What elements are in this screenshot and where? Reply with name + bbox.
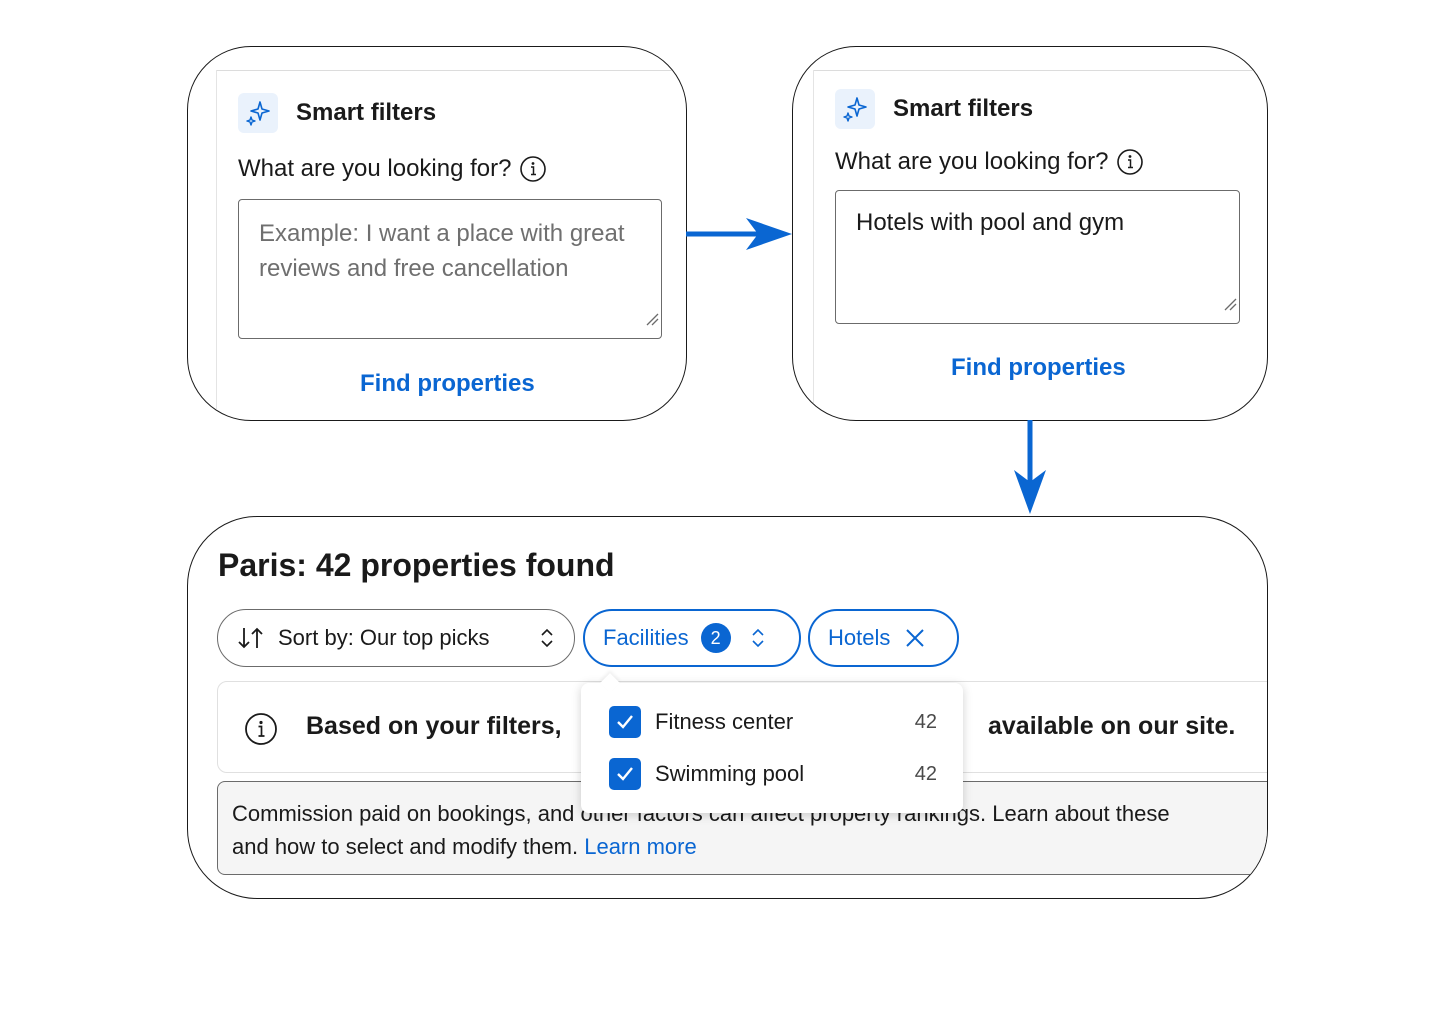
- resize-handle-icon[interactable]: [1223, 286, 1237, 321]
- facility-option-label: Fitness center: [655, 709, 794, 734]
- facility-option-label: Swimming pool: [655, 761, 805, 786]
- question-label: What are you looking for?: [835, 148, 1144, 176]
- divider: [813, 70, 814, 420]
- results-title: Paris: 42 properties found: [218, 547, 615, 583]
- question-text: What are you looking for?: [238, 155, 512, 182]
- hotels-filter-chip[interactable]: Hotels: [808, 609, 959, 667]
- divider: [813, 70, 1267, 71]
- chevron-updown-icon: [538, 627, 556, 649]
- checkmark-icon: [617, 715, 633, 729]
- facility-option-fitness-center[interactable]: Fitness center 42: [609, 705, 937, 739]
- smart-filters-title: Smart filters: [893, 95, 1034, 122]
- smart-filters-panel-filled: Smart filters What are you looking for? …: [792, 46, 1268, 421]
- sort-button[interactable]: Sort by: Our top picks: [217, 609, 575, 667]
- disclaimer-line-2-text: and how to select and modify them.: [232, 834, 579, 859]
- sort-arrows-icon: [236, 625, 266, 651]
- smart-filters-panel-empty: Smart filters What are you looking for? …: [187, 46, 687, 421]
- search-textarea[interactable]: Hotels with pool and gym: [835, 190, 1240, 324]
- notice-text-left: Based on your filters,: [306, 712, 562, 740]
- divider: [216, 70, 217, 420]
- find-properties-button[interactable]: Find properties: [360, 370, 535, 398]
- smart-filters-header: Smart filters: [238, 93, 436, 133]
- checkbox-checked[interactable]: [609, 758, 641, 790]
- sparkle-icon: [835, 89, 875, 129]
- arrow-down-icon: [1014, 420, 1046, 514]
- checkbox-checked[interactable]: [609, 706, 641, 738]
- hotels-label: Hotels: [828, 625, 891, 650]
- facility-option-swimming-pool[interactable]: Swimming pool 42: [609, 757, 937, 791]
- question-label: What are you looking for?: [238, 155, 547, 183]
- sparkle-icon: [238, 93, 278, 133]
- facilities-count-badge: 2: [700, 623, 731, 653]
- info-icon[interactable]: [1116, 148, 1144, 176]
- close-icon[interactable]: [904, 627, 926, 649]
- textarea-value: Hotels with pool and gym: [856, 209, 1125, 236]
- search-textarea[interactable]: Example: I want a place with great revie…: [238, 199, 662, 339]
- resize-handle-icon[interactable]: [645, 301, 659, 336]
- checkmark-icon: [617, 767, 633, 781]
- sort-label: Sort by: Our top picks: [278, 625, 490, 650]
- dropdown-caret: [600, 673, 620, 693]
- chevron-updown-icon: [749, 627, 767, 649]
- smart-filters-header: Smart filters: [835, 89, 1033, 129]
- facilities-label: Facilities: [603, 625, 689, 650]
- facility-option-count: 42: [914, 710, 937, 733]
- notice-text-right: available on our site.: [988, 712, 1236, 740]
- info-icon: [244, 712, 278, 751]
- smart-filters-title: Smart filters: [296, 99, 437, 126]
- question-text: What are you looking for?: [835, 148, 1109, 175]
- learn-more-link[interactable]: Learn more: [584, 834, 697, 859]
- search-results-panel: Paris: 42 properties found Sort by: Our …: [187, 516, 1268, 899]
- textarea-placeholder: Example: I want a place with great revie…: [259, 220, 625, 282]
- divider: [216, 70, 686, 71]
- arrow-right-icon: [686, 218, 792, 250]
- find-properties-button[interactable]: Find properties: [951, 354, 1126, 382]
- facilities-filter-button[interactable]: Facilities 2: [583, 609, 801, 667]
- facility-option-count: 42: [914, 762, 937, 785]
- info-icon[interactable]: [519, 155, 547, 183]
- facilities-dropdown: Fitness center 42 Swimming pool 42: [581, 673, 963, 813]
- disclaimer-line-2: and how to select and modify them. Learn…: [232, 830, 1267, 863]
